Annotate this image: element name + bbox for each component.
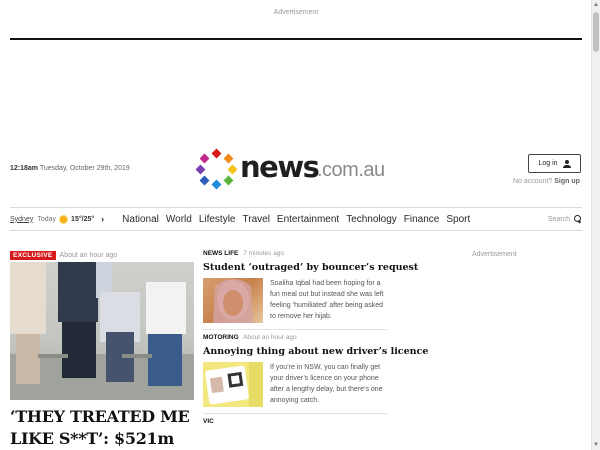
no-account-text: No account? bbox=[513, 178, 553, 185]
story-card[interactable]: VIC bbox=[203, 418, 387, 427]
story-section[interactable]: MOTORING bbox=[203, 334, 239, 341]
story-list: NEWS LIFE 7 minutes ago Student ‘outrage… bbox=[203, 250, 428, 433]
story-section[interactable]: VIC bbox=[203, 418, 214, 425]
story-meta: MOTORING About an hour ago bbox=[203, 334, 387, 343]
lead-story-meta: EXCLUSIVE About an hour ago bbox=[10, 250, 194, 260]
lead-image-illustration bbox=[10, 262, 194, 400]
logo-wordmark-news: news bbox=[240, 150, 320, 184]
story-title[interactable]: Student ‘outraged’ by bouncer’s request bbox=[203, 262, 418, 273]
weather-widget[interactable]: Sydney Today 15°/25° › bbox=[10, 214, 104, 224]
ad-divider bbox=[10, 38, 582, 40]
nav-link-sport[interactable]: Sport bbox=[446, 214, 470, 225]
story-time: About an hour ago bbox=[243, 334, 297, 341]
logo-wordmark-domain: .com.au bbox=[317, 159, 385, 181]
current-time: 12:18am bbox=[10, 165, 39, 172]
story-thumbnail[interactable] bbox=[203, 362, 263, 407]
nav-link-world[interactable]: World bbox=[166, 214, 192, 225]
nav-divider-bottom bbox=[10, 230, 582, 231]
chevron-right-icon[interactable]: › bbox=[101, 214, 104, 224]
weather-city[interactable]: Sydney bbox=[10, 216, 33, 223]
nav-link-national[interactable]: National bbox=[122, 214, 159, 225]
exclusive-badge: EXCLUSIVE bbox=[10, 250, 56, 260]
scrollbar-thumb[interactable] bbox=[593, 12, 599, 52]
ad-top-label: Advertisement bbox=[273, 9, 319, 16]
lead-story-headline[interactable]: ‘THEY TREATED ME LIKE S**T’: $521m ‘rort… bbox=[10, 406, 194, 450]
scroll-down-arrow[interactable]: ▼ bbox=[592, 440, 600, 450]
lead-story-image[interactable] bbox=[10, 262, 194, 400]
current-date: Tuesday, October 29th, 2019 bbox=[39, 165, 130, 172]
login-label: Log in bbox=[538, 160, 558, 167]
story-body: Soaliha Iqbal had been hoping for a fun … bbox=[203, 278, 387, 323]
story-summary: Soaliha Iqbal had been hoping for a fun … bbox=[270, 280, 384, 320]
story-summary: If you’re in NSW, you can finally get yo… bbox=[270, 364, 383, 404]
story-card[interactable]: MOTORING About an hour ago Annoying thin… bbox=[203, 334, 428, 407]
weather-day: Today bbox=[37, 215, 57, 223]
story-card[interactable]: NEWS LIFE 7 minutes ago Student ‘outrage… bbox=[203, 250, 418, 323]
search-icon bbox=[574, 215, 582, 223]
story-section[interactable]: NEWS LIFE bbox=[203, 250, 238, 257]
story-divider bbox=[203, 413, 387, 414]
ad-sidebar-label: Advertisement bbox=[472, 251, 517, 258]
story-title[interactable]: Annoying thing about new driver’s licenc… bbox=[203, 346, 428, 357]
sun-icon bbox=[60, 215, 68, 223]
story-meta: NEWS LIFE 7 minutes ago bbox=[203, 250, 387, 259]
scrollbar[interactable]: ▲ ▼ bbox=[591, 0, 600, 450]
thumbnail-illustration bbox=[205, 362, 263, 407]
story-body: If you’re in NSW, you can finally get yo… bbox=[203, 362, 387, 407]
story-meta: VIC bbox=[203, 418, 387, 427]
nav-link-travel[interactable]: Travel bbox=[243, 214, 270, 225]
signup-link[interactable]: Sign up bbox=[554, 178, 580, 185]
story-divider bbox=[203, 329, 387, 330]
lead-story[interactable]: EXCLUSIVE About an hour ago ‘THEY TREATE… bbox=[10, 250, 194, 450]
thumbnail-illustration bbox=[213, 279, 253, 323]
lead-story-time: About an hour ago bbox=[59, 251, 118, 259]
nav-link-technology[interactable]: Technology bbox=[346, 214, 397, 225]
main-nav: Sydney Today 15°/25° › National World Li… bbox=[10, 208, 582, 230]
login-button[interactable]: Log in bbox=[528, 154, 581, 173]
nav-link-lifestyle[interactable]: Lifestyle bbox=[199, 214, 236, 225]
current-datetime: 12:18am Tuesday, October 29th, 2019 bbox=[10, 165, 130, 172]
user-icon bbox=[562, 159, 571, 168]
nav-link-finance[interactable]: Finance bbox=[404, 214, 440, 225]
story-time: 7 minutes ago bbox=[243, 250, 285, 257]
scroll-up-arrow[interactable]: ▲ bbox=[592, 0, 600, 10]
nav-link-entertainment[interactable]: Entertainment bbox=[277, 214, 339, 225]
search-button[interactable]: Search bbox=[548, 215, 582, 223]
logo-dots-icon bbox=[196, 148, 238, 190]
search-label: Search bbox=[547, 215, 570, 223]
weather-temps: 15°/25° bbox=[71, 215, 95, 223]
signup-prompt: No account? Sign up bbox=[513, 178, 580, 185]
nav-links: National World Lifestyle Travel Entertai… bbox=[122, 214, 477, 225]
story-thumbnail[interactable] bbox=[203, 278, 263, 323]
site-logo[interactable]: news .com.au bbox=[196, 148, 401, 190]
